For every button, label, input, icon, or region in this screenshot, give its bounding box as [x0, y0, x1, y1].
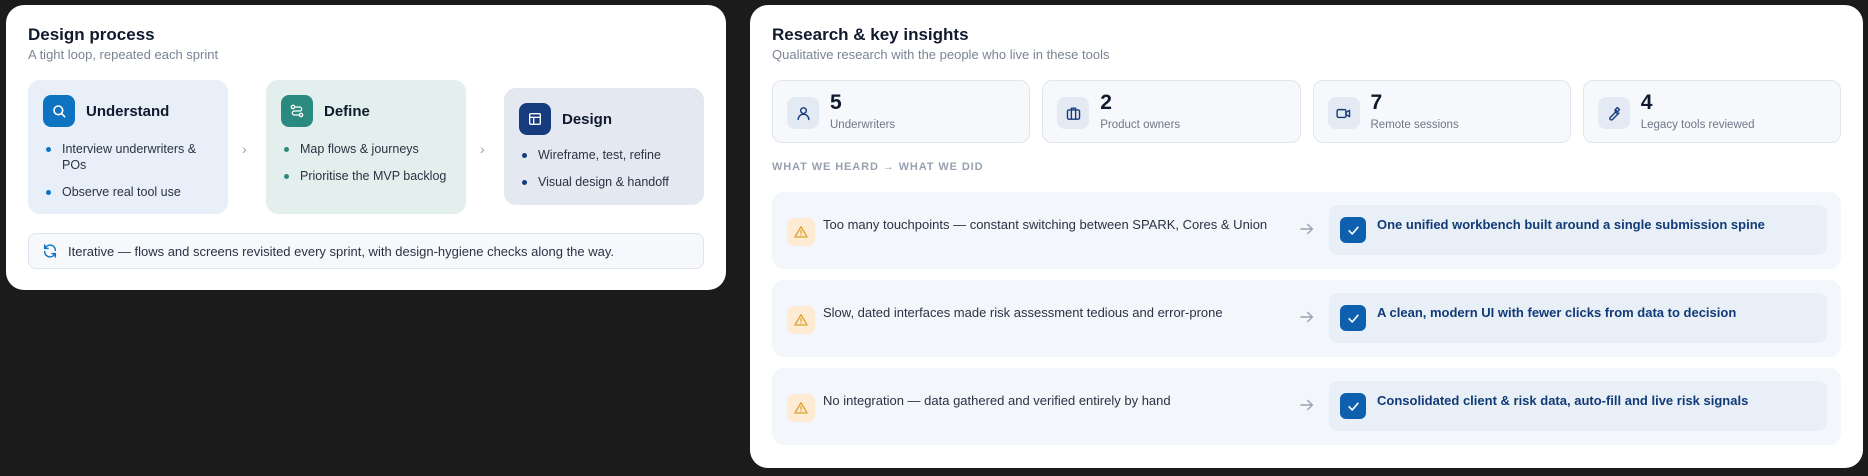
stat-value: 4 [1640, 91, 1653, 114]
heard-text: Too many touchpoints — constant switchin… [823, 217, 1268, 232]
step-understand: Understand Interview underwriters & POs … [28, 80, 228, 214]
warning-icon [787, 394, 815, 422]
refresh-icon [43, 244, 57, 258]
video-icon [1327, 97, 1360, 129]
check-icon [1340, 393, 1366, 419]
research-subtitle: Qualitative research with the people who… [772, 47, 1110, 62]
did-box: One unified workbench built around a sin… [1329, 205, 1827, 255]
user-icon [787, 97, 819, 129]
check-icon [1340, 305, 1366, 331]
stat-underwriters: 5 Underwriters [772, 80, 1031, 143]
iterative-note: Iterative — flows and screens revisited … [28, 233, 704, 269]
step-design: Design Wireframe, test, refine Visual de… [504, 88, 704, 205]
did-text: Consolidated client & risk data, auto-fi… [1377, 393, 1749, 408]
step-name: Define [324, 102, 370, 120]
design-process-subtitle: A tight loop, repeated each sprint [28, 47, 219, 62]
design-process-title: Design process [28, 25, 155, 44]
design-process-card: Design process A tight loop, repeated ea… [6, 5, 726, 290]
stat-label: Remote sessions [1370, 119, 1459, 131]
stat-value: 2 [1100, 91, 1112, 114]
stat-legacy-tools: 4 Legacy tools reviewed [1582, 80, 1841, 143]
did-box: A clean, modern UI with fewer clicks fro… [1329, 293, 1827, 343]
stat-remote-sessions: 7 Remote sessions [1312, 80, 1571, 143]
stat-label: Product owners [1100, 119, 1181, 131]
stat-label: Legacy tools reviewed [1640, 119, 1755, 131]
arrow-right-icon [1300, 223, 1313, 235]
insight-row: Too many touchpoints — constant switchin… [772, 192, 1841, 269]
stat-label: Underwriters [830, 119, 896, 131]
step-name: Design [562, 110, 613, 128]
check-icon [1340, 217, 1366, 243]
stat-value: 7 [1370, 91, 1383, 114]
search-icon [43, 95, 75, 127]
wrench-icon [1597, 97, 1630, 129]
did-text: A clean, modern UI with fewer clicks fro… [1377, 305, 1737, 320]
stat-value: 5 [830, 91, 842, 114]
warning-icon [787, 218, 815, 246]
chevron-right-icon: › [480, 141, 485, 157]
section-label: WHAT WE HEARD → WHAT WE DID [772, 161, 984, 173]
briefcase-icon [1057, 97, 1090, 129]
did-box: Consolidated client & risk data, auto-fi… [1329, 381, 1827, 431]
list-item: Visual design & handoff [521, 174, 697, 190]
stats-row: 5 Underwriters 2 Product owners 7 Remote… [772, 80, 1841, 143]
heard-text: No integration — data gathered and verif… [823, 393, 1171, 408]
list-item: Wireframe, test, refine [521, 147, 697, 163]
chevron-right-icon: › [242, 141, 247, 157]
list-item: Map flows & journeys [283, 141, 459, 157]
step-name: Understand [86, 102, 170, 120]
stat-product-owners: 2 Product owners [1042, 80, 1301, 143]
insight-row: No integration — data gathered and verif… [772, 368, 1841, 445]
arrow-right-icon [1300, 311, 1313, 323]
arrow-right-icon [1300, 399, 1313, 411]
layout-icon [519, 103, 551, 135]
step-define: Define Map flows & journeys Prioritise t… [266, 80, 466, 214]
iterative-text: Iterative — flows and screens revisited … [68, 243, 615, 259]
insight-row: Slow, dated interfaces made risk assessm… [772, 280, 1841, 357]
list-item: Prioritise the MVP backlog [283, 168, 459, 184]
research-title: Research & key insights [772, 25, 969, 44]
did-text: One unified workbench built around a sin… [1377, 217, 1765, 232]
list-item: Interview underwriters & POs [45, 141, 221, 173]
flow-icon [281, 95, 313, 127]
warning-icon [787, 306, 815, 334]
heard-text: Slow, dated interfaces made risk assessm… [823, 305, 1223, 320]
research-card: Research & key insights Qualitative rese… [750, 5, 1863, 468]
list-item: Observe real tool use [45, 184, 221, 200]
